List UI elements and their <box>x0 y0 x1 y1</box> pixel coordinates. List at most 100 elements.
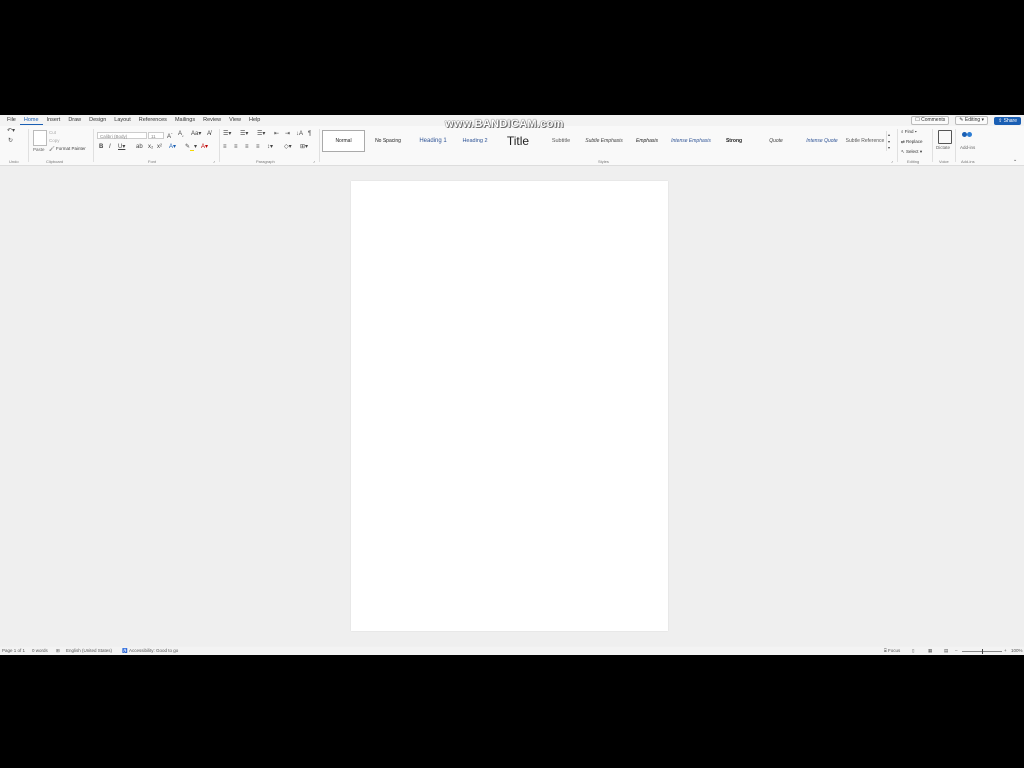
more-styles-icon[interactable]: ▾ <box>888 144 890 151</box>
paragraph-dialog-launcher-icon[interactable]: ⌟ <box>313 157 315 164</box>
bandicam-watermark: www.BANDICAM.com <box>445 118 564 130</box>
numbering-icon[interactable]: ☰▾ <box>240 131 248 138</box>
divider <box>955 129 956 162</box>
superscript-icon[interactable]: x² <box>157 144 162 151</box>
style-intense-quote[interactable]: Intense Quote <box>801 130 843 152</box>
share-button[interactable]: ⇪ Share <box>994 116 1021 125</box>
style-heading-2[interactable]: Heading 2 <box>457 130 493 152</box>
document-page[interactable] <box>351 181 668 631</box>
shrink-font-icon[interactable]: Av <box>178 131 184 140</box>
style-subtle-reference[interactable]: Subtle Reference <box>843 130 887 152</box>
sort-icon[interactable]: ↓A <box>296 131 303 138</box>
find-button[interactable]: ⌕ Find ▾ <box>901 129 917 134</box>
proofing-icon[interactable]: ⊞ <box>56 648 60 654</box>
highlight-icon[interactable]: ✎ ▾ <box>185 144 197 151</box>
borders-icon[interactable]: ⊞▾ <box>300 144 308 151</box>
divider <box>319 129 320 162</box>
tab-design[interactable]: Design <box>85 117 110 125</box>
zoom-level[interactable]: 100% <box>1011 648 1023 653</box>
underline-icon[interactable]: U▾ <box>118 144 125 151</box>
select-button[interactable]: ↖ Select ▾ <box>901 149 922 155</box>
redo-icon[interactable]: ↻ <box>8 138 13 145</box>
align-right-icon[interactable]: ≡ <box>245 144 249 151</box>
grow-font-icon[interactable]: A^ <box>167 131 172 141</box>
style-normal[interactable]: Normal <box>322 130 365 152</box>
print-layout-icon[interactable]: ▦ <box>928 648 932 654</box>
text-effects-icon[interactable]: A▾ <box>169 144 176 151</box>
shading-icon[interactable]: ◇▾ <box>284 144 292 151</box>
strikethrough-icon[interactable]: ab <box>136 144 143 151</box>
focus-icon[interactable]: ⌸ Focus <box>884 648 900 653</box>
undo-icon[interactable]: ↶▾ <box>7 128 15 135</box>
comments-button[interactable]: ☐ Comments <box>911 116 950 125</box>
editing-group-label: Editing <box>907 159 920 164</box>
style-subtle-emphasis[interactable]: Subtle Emphasis <box>581 130 627 152</box>
zoom-in-icon[interactable]: + <box>1004 648 1007 653</box>
decrease-indent-icon[interactable]: ⇤ <box>274 131 279 138</box>
font-name-combo[interactable]: Calibri (Body) <box>97 132 147 139</box>
style-heading-1[interactable]: Heading 1 <box>411 130 455 152</box>
format-painter-button[interactable]: 🖌 Format Painter <box>49 146 86 152</box>
cursor-icon: ↖ <box>901 149 905 154</box>
style-quote[interactable]: Quote <box>753 130 799 152</box>
styles-dialog-launcher-icon[interactable]: ⌟ <box>891 157 893 164</box>
increase-indent-icon[interactable]: ⇥ <box>285 131 290 138</box>
document-canvas <box>0 166 1024 646</box>
font-dialog-launcher-icon[interactable]: ⌟ <box>213 157 215 164</box>
align-left-icon[interactable]: ≡ <box>223 144 227 151</box>
change-case-icon[interactable]: Aa▾ <box>191 131 201 138</box>
dictate-icon[interactable] <box>938 130 952 144</box>
collapse-ribbon-icon[interactable]: ⌄ <box>1013 157 1017 164</box>
cut-button[interactable]: Cut <box>49 130 56 135</box>
style-subtitle[interactable]: Subtitle <box>543 130 579 152</box>
divider <box>219 129 220 162</box>
tab-file[interactable]: File <box>3 117 20 125</box>
accessibility-status[interactable]: Accessibility: Good to go <box>129 648 178 653</box>
add-ins-icon[interactable] <box>962 130 974 142</box>
tab-review[interactable]: Review <box>199 117 225 125</box>
clear-formatting-icon[interactable]: A̸ <box>207 131 211 138</box>
justify-icon[interactable]: ≡ <box>256 144 260 151</box>
bullets-icon[interactable]: ☰▾ <box>223 131 231 138</box>
styles-gallery-scroll[interactable]: ▴ ▾ ▾ <box>886 131 893 151</box>
line-spacing-icon[interactable]: ↕▾ <box>267 144 273 151</box>
tab-home[interactable]: Home <box>19 117 43 125</box>
bold-icon[interactable]: B <box>99 144 103 151</box>
tab-insert[interactable]: Insert <box>43 117 65 125</box>
tab-mailings[interactable]: Mailings <box>171 117 199 125</box>
language-indicator[interactable]: English (United States) <box>66 648 112 653</box>
font-size-combo[interactable]: 11 <box>148 132 164 139</box>
divider <box>28 129 29 162</box>
tab-references[interactable]: References <box>135 117 171 125</box>
style-strong[interactable]: Strong <box>717 130 751 152</box>
tab-draw[interactable]: Draw <box>64 117 85 125</box>
style-no-spacing[interactable]: No Spacing <box>367 130 409 152</box>
editing-mode-button[interactable]: ✎ Editing ▾ <box>955 116 989 125</box>
zoom-out-icon[interactable]: – <box>955 648 958 653</box>
font-group-label: Font <box>148 159 157 164</box>
show-marks-icon[interactable]: ¶ <box>308 131 311 138</box>
paste-button[interactable] <box>33 130 47 146</box>
multilevel-list-icon[interactable]: ☰▾ <box>257 131 265 138</box>
font-color-icon[interactable]: A▾ <box>201 144 208 151</box>
word-count[interactable]: 0 words <box>32 648 48 653</box>
align-center-icon[interactable]: ≡ <box>234 144 238 151</box>
undo-group-label: Undo <box>9 159 19 164</box>
tab-help[interactable]: Help <box>245 117 264 125</box>
style-title[interactable]: Title <box>495 130 541 152</box>
search-icon: ⌕ <box>901 129 904 134</box>
web-layout-icon[interactable]: ▤ <box>944 648 948 654</box>
status-bar: Page 1 of 1 0 words ⊞ English (United St… <box>0 647 1024 655</box>
tab-view[interactable]: View <box>225 117 245 125</box>
style-emphasis[interactable]: Emphasis <box>629 130 665 152</box>
read-mode-icon[interactable]: ▯ <box>912 648 914 654</box>
style-intense-emphasis[interactable]: Intense Emphasis <box>667 130 715 152</box>
italic-icon[interactable]: I <box>109 144 111 151</box>
chevron-up-icon[interactable]: ▴ <box>888 131 890 138</box>
page-count[interactable]: Page 1 of 1 <box>2 648 25 653</box>
tab-layout[interactable]: Layout <box>110 117 135 125</box>
copy-button[interactable]: Copy <box>49 138 60 143</box>
subscript-icon[interactable]: x₂ <box>148 144 153 151</box>
zoom-slider-thumb[interactable] <box>982 649 983 654</box>
replace-button[interactable]: ⇄ Replace <box>901 139 923 145</box>
